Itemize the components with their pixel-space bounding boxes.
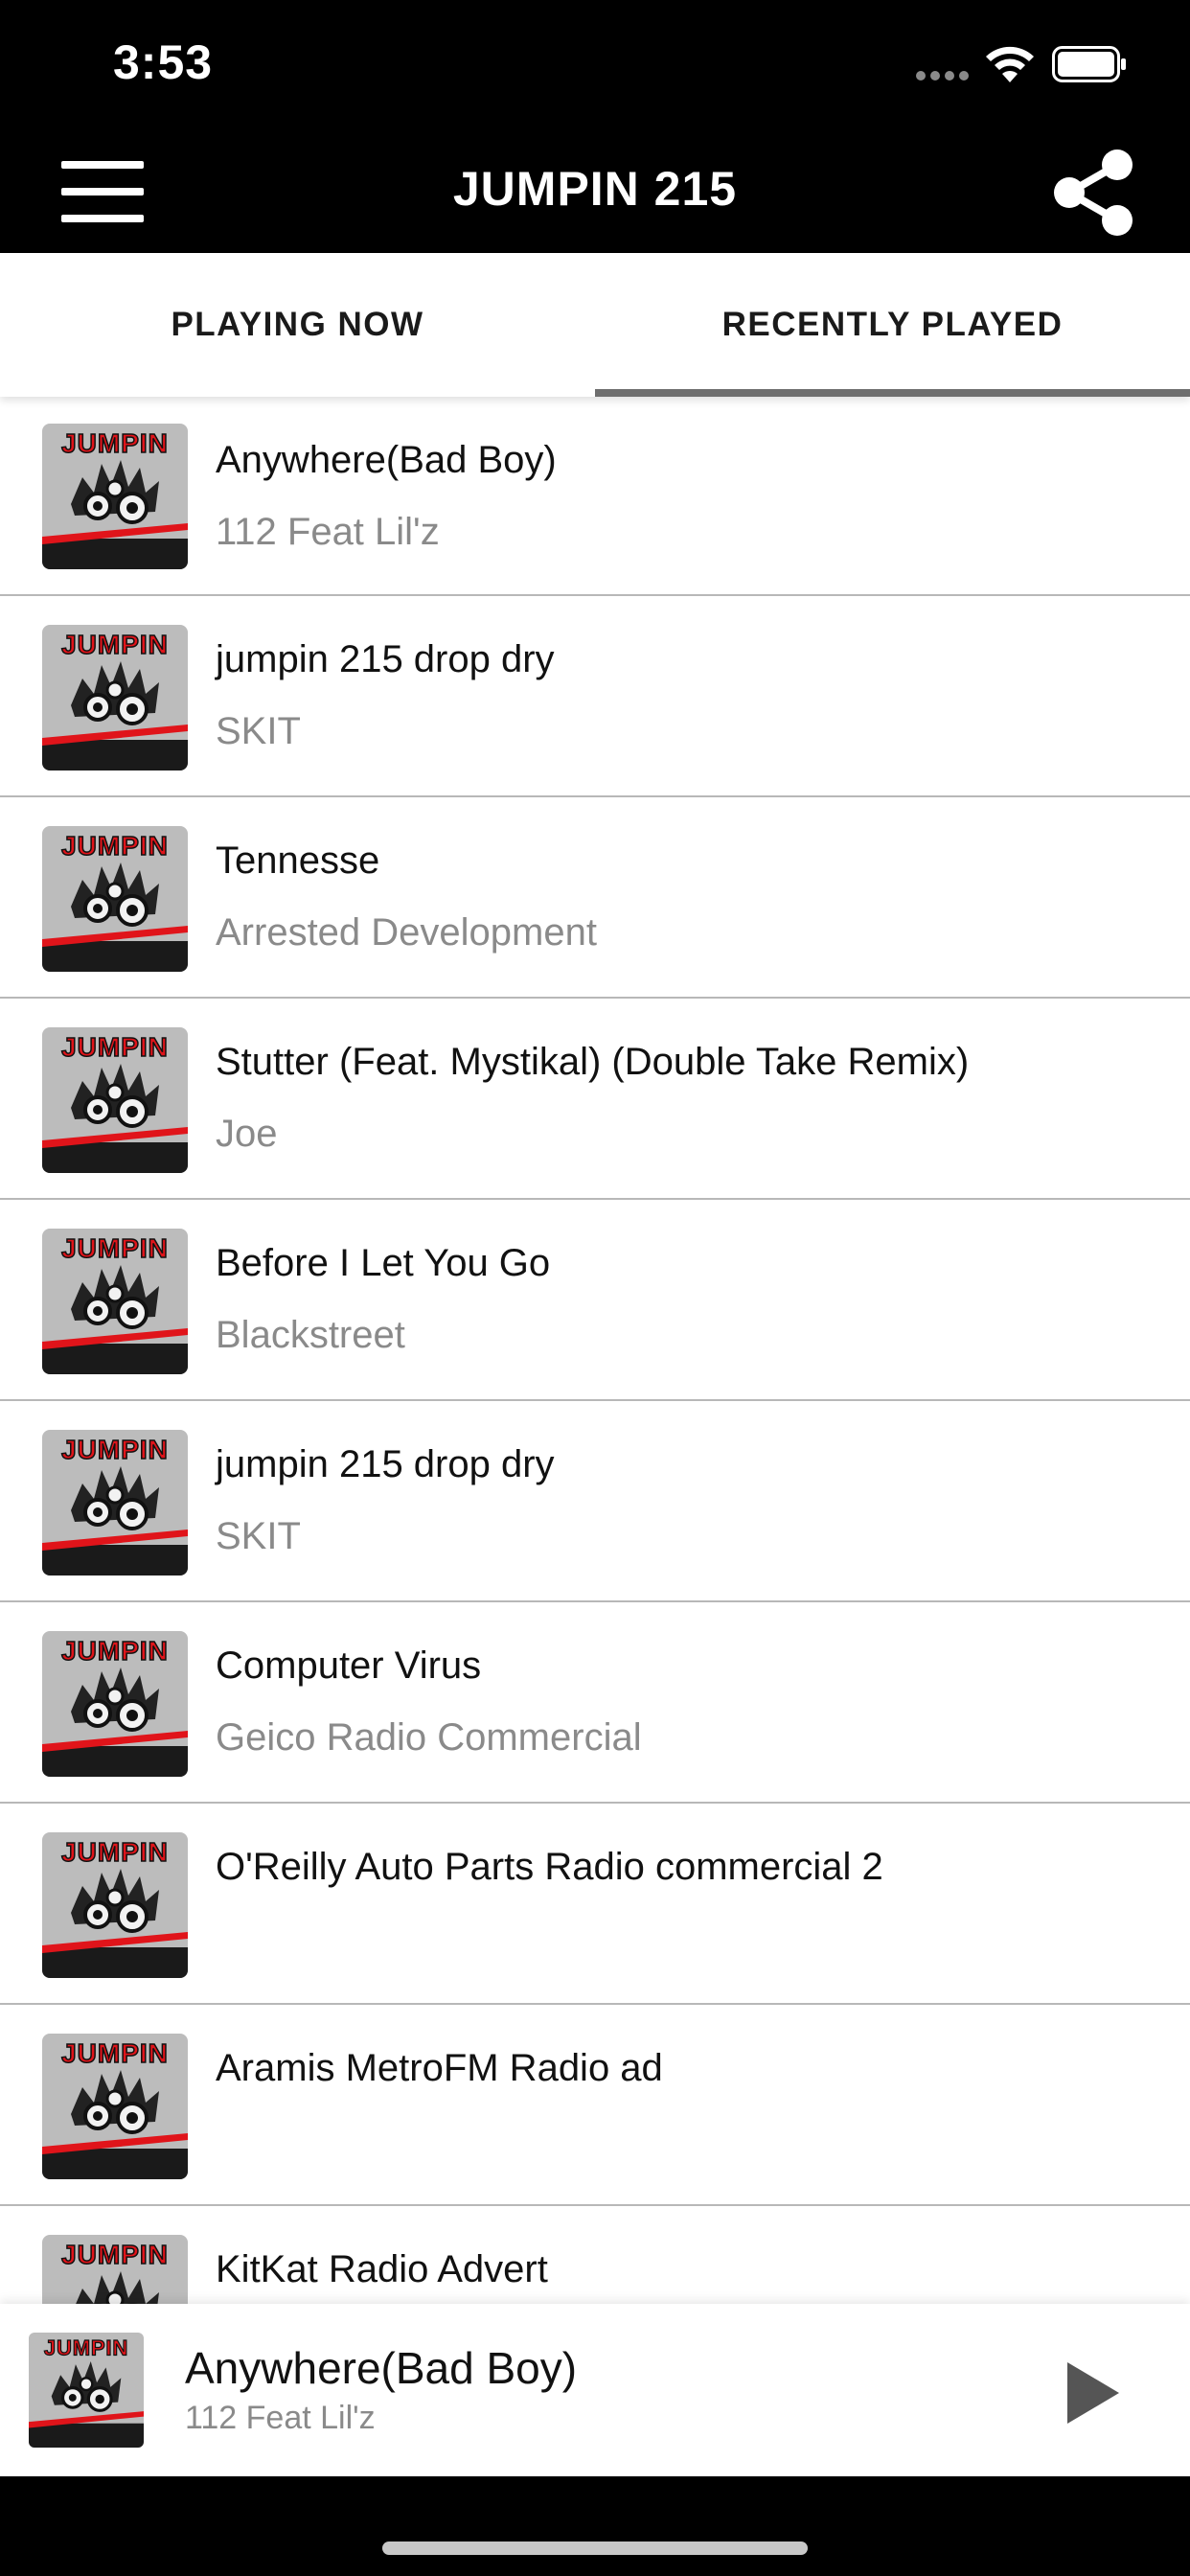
song-artist: Geico Radio Commercial: [216, 1716, 642, 1759]
svg-text:JUMPIN: JUMPIN: [61, 1837, 169, 1867]
share-icon[interactable]: [1050, 148, 1136, 238]
song-title: Before I Let You Go: [216, 1242, 551, 1284]
svg-text:JUMPIN: JUMPIN: [61, 1233, 169, 1263]
album-art: JUMPIN: [42, 1631, 188, 1777]
mini-player-album-art: JUMPIN: [29, 2333, 144, 2448]
song-artist: SKIT: [216, 710, 301, 752]
song-title: jumpin 215 drop dry: [216, 1443, 555, 1485]
jumpin-logo-art: JUMPIN: [42, 1027, 188, 1173]
song-artist: SKIT: [216, 1515, 301, 1557]
screen: 3:53 JUMPIN 215 PLAYING NOW RECENTLY PLA…: [0, 0, 1190, 2576]
jumpin-logo-art: JUMPIN: [42, 424, 188, 569]
svg-text:JUMPIN: JUMPIN: [61, 1636, 169, 1666]
cellular-signal-icon: [916, 71, 973, 80]
jumpin-logo-art: JUMPIN: [42, 2034, 188, 2179]
song-title: Computer Virus: [216, 1644, 482, 1687]
song-title: Aramis MetroFM Radio ad: [216, 2047, 663, 2089]
tab-bar: PLAYING NOW RECENTLY PLAYED: [0, 253, 1190, 397]
album-art: JUMPIN: [42, 424, 188, 569]
play-icon[interactable]: [1064, 2359, 1123, 2426]
album-art: JUMPIN: [42, 826, 188, 972]
album-art: JUMPIN: [42, 2235, 188, 2304]
mini-player-title: Anywhere(Bad Boy): [185, 2343, 578, 2393]
album-art: JUMPIN: [42, 1832, 188, 1978]
mini-player-artist: 112 Feat Lil'z: [185, 2400, 376, 2436]
tab-playing-now[interactable]: PLAYING NOW: [0, 253, 595, 397]
song-row[interactable]: JUMPIN jumpin 215 drop dry SKIT: [0, 1401, 1190, 1602]
jumpin-logo-art: JUMPIN: [42, 625, 188, 770]
album-art: JUMPIN: [42, 2034, 188, 2179]
status-time: 3:53: [113, 35, 214, 89]
song-row[interactable]: JUMPIN Aramis MetroFM Radio ad: [0, 2005, 1190, 2206]
jumpin-logo-art: JUMPIN: [29, 2333, 144, 2448]
album-art: JUMPIN: [42, 1229, 188, 1374]
selected-tab-indicator: [595, 389, 1190, 397]
svg-text:JUMPIN: JUMPIN: [61, 2038, 169, 2068]
song-title: Stutter (Feat. Mystikal) (Double Take Re…: [216, 1041, 970, 1083]
song-title: Tennesse: [216, 840, 380, 882]
song-row[interactable]: JUMPIN Anywhere(Bad Boy) 112 Feat Lil'z: [0, 397, 1190, 596]
song-row[interactable]: JUMPIN Stutter (Feat. Mystikal) (Double T…: [0, 999, 1190, 1200]
song-title: Anywhere(Bad Boy): [216, 439, 557, 481]
tab-recently-played[interactable]: RECENTLY PLAYED: [595, 253, 1190, 397]
jumpin-logo-art: JUMPIN: [42, 1229, 188, 1374]
app-bar: JUMPIN 215: [0, 126, 1190, 253]
album-art: JUMPIN: [42, 625, 188, 770]
song-artist: Blackstreet: [216, 1314, 405, 1356]
jumpin-logo-art: JUMPIN: [42, 1832, 188, 1978]
home-indicator[interactable]: [382, 2542, 808, 2555]
song-row[interactable]: JUMPIN O'Reilly Auto Parts Radio commerci…: [0, 1804, 1190, 2005]
wifi-icon: [986, 46, 1034, 82]
song-title: KitKat Radio Advert: [216, 2248, 548, 2290]
album-art: JUMPIN: [42, 1027, 188, 1173]
svg-text:JUMPIN: JUMPIN: [61, 2240, 169, 2269]
song-row[interactable]: JUMPIN jumpin 215 drop dry SKIT: [0, 596, 1190, 797]
song-row[interactable]: JUMPIN Tennesse Arrested Development: [0, 797, 1190, 999]
svg-text:JUMPIN: JUMPIN: [44, 2336, 128, 2360]
svg-text:JUMPIN: JUMPIN: [61, 1032, 169, 1062]
jumpin-logo-art: JUMPIN: [42, 1430, 188, 1576]
app-title: JUMPIN 215: [452, 162, 738, 216]
home-indicator-area: [0, 2476, 1190, 2576]
svg-text:JUMPIN: JUMPIN: [61, 831, 169, 861]
song-artist: Arrested Development: [216, 911, 597, 954]
song-row[interactable]: JUMPIN KitKat Radio Advert: [0, 2206, 1190, 2304]
jumpin-logo-art: JUMPIN: [42, 2235, 188, 2304]
song-row[interactable]: JUMPIN Computer Virus Geico Radio Commerci…: [0, 1602, 1190, 1804]
song-artist: Joe: [216, 1113, 278, 1155]
recently-played-list[interactable]: JUMPIN Anywhere(Bad Boy) 112 Feat Lil'z JUM…: [0, 397, 1190, 2304]
song-artist: 112 Feat Lil'z: [216, 511, 440, 553]
status-bar: 3:53: [0, 0, 1190, 126]
jumpin-logo-art: JUMPIN: [42, 1631, 188, 1777]
svg-text:JUMPIN: JUMPIN: [61, 1435, 169, 1464]
battery-icon: [1052, 46, 1126, 82]
jumpin-logo-art: JUMPIN: [42, 826, 188, 972]
album-art: JUMPIN: [42, 1430, 188, 1576]
svg-text:JUMPIN: JUMPIN: [61, 630, 169, 659]
song-row[interactable]: JUMPIN Before I Let You Go Blackstreet: [0, 1200, 1190, 1401]
mini-player[interactable]: JUMPIN Anywhere(Bad Boy) 112 Feat Lil'z: [0, 2304, 1190, 2476]
song-title: O'Reilly Auto Parts Radio commercial 2: [216, 1846, 883, 1888]
song-title: jumpin 215 drop dry: [216, 638, 555, 680]
svg-text:JUMPIN: JUMPIN: [61, 428, 169, 458]
